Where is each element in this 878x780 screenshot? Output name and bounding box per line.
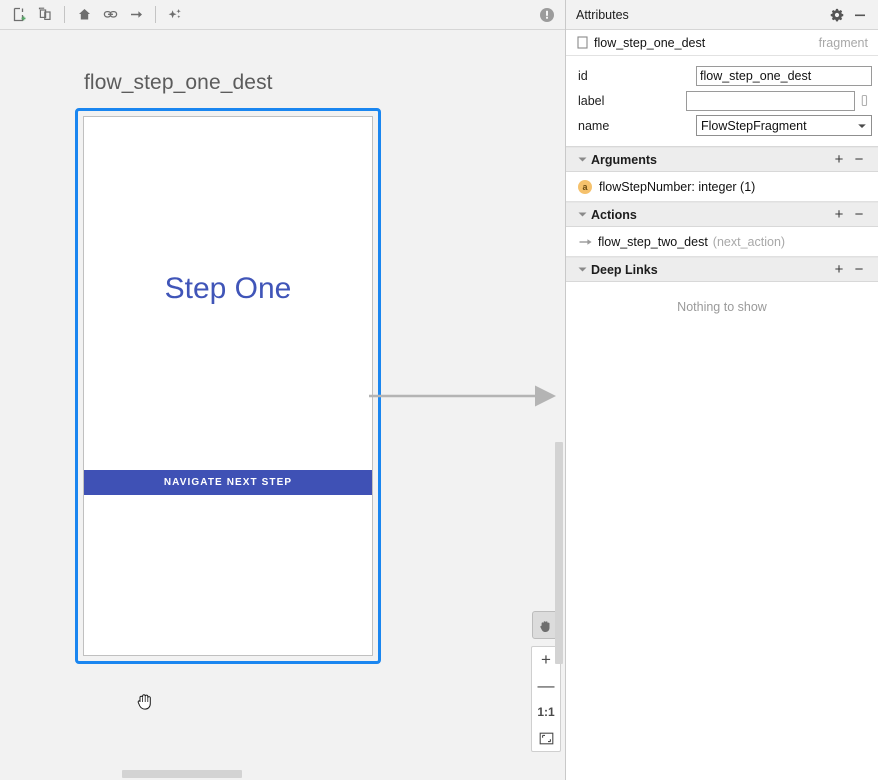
action-id-label: (next_action) <box>712 234 786 249</box>
selected-component-type: fragment <box>818 35 868 50</box>
arrow-right-icon[interactable] <box>123 3 149 27</box>
pan-cursor <box>137 694 151 710</box>
canvas-vertical-scrollbar[interactable] <box>554 60 565 780</box>
caret-down-icon[interactable] <box>575 211 589 218</box>
property-grid: id label name FlowStepFragment <box>566 56 878 147</box>
section-header-arguments[interactable]: Arguments + − <box>566 147 878 172</box>
gear-icon[interactable] <box>827 5 847 25</box>
destination-label: flow_step_one_dest <box>84 71 273 94</box>
link-icon[interactable] <box>97 3 123 27</box>
home-icon[interactable] <box>71 3 97 27</box>
selected-component-name: flow_step_one_dest <box>594 35 706 50</box>
fragment-icon <box>575 36 589 49</box>
label-field[interactable] <box>686 90 856 111</box>
caret-down-glyph <box>578 212 586 217</box>
selected-component-row: flow_step_one_dest fragment <box>566 30 878 56</box>
section-title-deep-links: Deep Links <box>591 262 658 277</box>
link-glyph <box>103 10 117 18</box>
gear-glyph <box>830 8 844 21</box>
error-info-icon[interactable] <box>529 7 565 23</box>
canvas-horizontal-scroll-thumb[interactable] <box>122 770 242 778</box>
remove-argument-button[interactable]: − <box>849 150 869 170</box>
minimize-glyph <box>855 14 865 16</box>
caret-down-icon[interactable] <box>575 266 589 273</box>
section-title-arguments: Arguments <box>591 152 657 167</box>
canvas-horizontal-scrollbar[interactable] <box>0 769 554 780</box>
caret-down-glyph <box>578 267 586 272</box>
resource-picker-icon[interactable] <box>857 93 872 108</box>
attributes-title: Attributes <box>576 7 629 22</box>
resource-picker-glyph <box>861 94 868 107</box>
toolbar-divider-1 <box>64 6 65 23</box>
argument-badge-icon: a <box>578 179 592 194</box>
canvas-vertical-scroll-thumb[interactable] <box>555 442 563 664</box>
navigation-canvas[interactable]: flow_step_one_dest Step One NAVIGATE NEX… <box>0 30 565 780</box>
action-destination-label: flow_step_two_dest <box>598 234 708 249</box>
attributes-header: Attributes <box>566 0 878 30</box>
name-combobox[interactable]: FlowStepFragment <box>696 115 872 136</box>
preview-navigate-next-step-button: NAVIGATE NEXT STEP <box>84 470 372 495</box>
navigation-editor-window: flow_step_one_dest Step One NAVIGATE NEX… <box>0 0 878 780</box>
section-header-actions[interactable]: Actions + − <box>566 202 878 227</box>
minimize-icon[interactable] <box>850 5 870 25</box>
property-row-label: label <box>566 88 878 113</box>
add-action-button[interactable]: + <box>829 205 849 225</box>
error-info-glyph <box>540 7 554 22</box>
destination-preview: Step One NAVIGATE NEXT STEP <box>83 116 373 656</box>
remove-action-button[interactable]: − <box>849 205 869 225</box>
action-arrow-icon <box>578 237 593 247</box>
property-row-id: id <box>566 63 878 88</box>
caret-down-icon[interactable] <box>575 156 589 163</box>
property-label-label: label <box>578 93 605 108</box>
preview-title: Step One <box>164 272 292 305</box>
chevron-down-glyph <box>858 123 866 128</box>
property-label-id: id <box>578 68 588 83</box>
property-row-name: name FlowStepFragment <box>566 113 878 138</box>
argument-label: flowStepNumber: integer (1) <box>599 179 756 194</box>
arrow-right-glyph <box>130 11 142 18</box>
section-title-actions: Actions <box>591 207 637 222</box>
name-combobox-value: FlowStepFragment <box>701 118 807 133</box>
remove-deep-link-button[interactable]: − <box>849 260 869 280</box>
section-header-deep-links[interactable]: Deep Links + − <box>566 257 878 282</box>
empty-state-message: Nothing to show <box>677 300 767 314</box>
new-destination-glyph <box>13 7 25 22</box>
action-row[interactable]: flow_step_two_dest (next_action) <box>566 227 878 257</box>
home-glyph <box>78 9 90 20</box>
auto-arrange-icon[interactable] <box>162 3 188 27</box>
action-arrow-glyph <box>579 238 592 245</box>
destination-card-flow-step-one[interactable]: Step One NAVIGATE NEXT STEP <box>75 108 381 664</box>
add-argument-button[interactable]: + <box>829 150 849 170</box>
new-destination-icon[interactable] <box>6 3 32 27</box>
deep-links-empty-state: Nothing to show <box>566 282 878 780</box>
chevron-down-icon <box>853 122 871 130</box>
auto-arrange-glyph <box>168 9 181 19</box>
caret-down-glyph <box>578 157 586 162</box>
fragment-glyph <box>576 36 588 49</box>
design-surface-pane: flow_step_one_dest Step One NAVIGATE NEX… <box>0 0 566 780</box>
hand-icon <box>540 620 550 632</box>
action-connector-arrow[interactable] <box>369 382 559 410</box>
new-nested-graph-icon[interactable] <box>32 3 58 27</box>
nested-graph-glyph <box>38 7 51 21</box>
attributes-pane: Attributes flow_step_one_dest fragment i… <box>566 0 878 780</box>
id-field[interactable] <box>696 65 872 86</box>
add-deep-link-button[interactable]: + <box>829 260 849 280</box>
toolbar-divider-2 <box>155 6 156 23</box>
property-label-name: name <box>578 118 610 133</box>
argument-row[interactable]: a flowStepNumber: integer (1) <box>566 172 878 202</box>
editor-toolbar <box>0 0 565 30</box>
fit-to-screen-icon <box>539 732 553 744</box>
